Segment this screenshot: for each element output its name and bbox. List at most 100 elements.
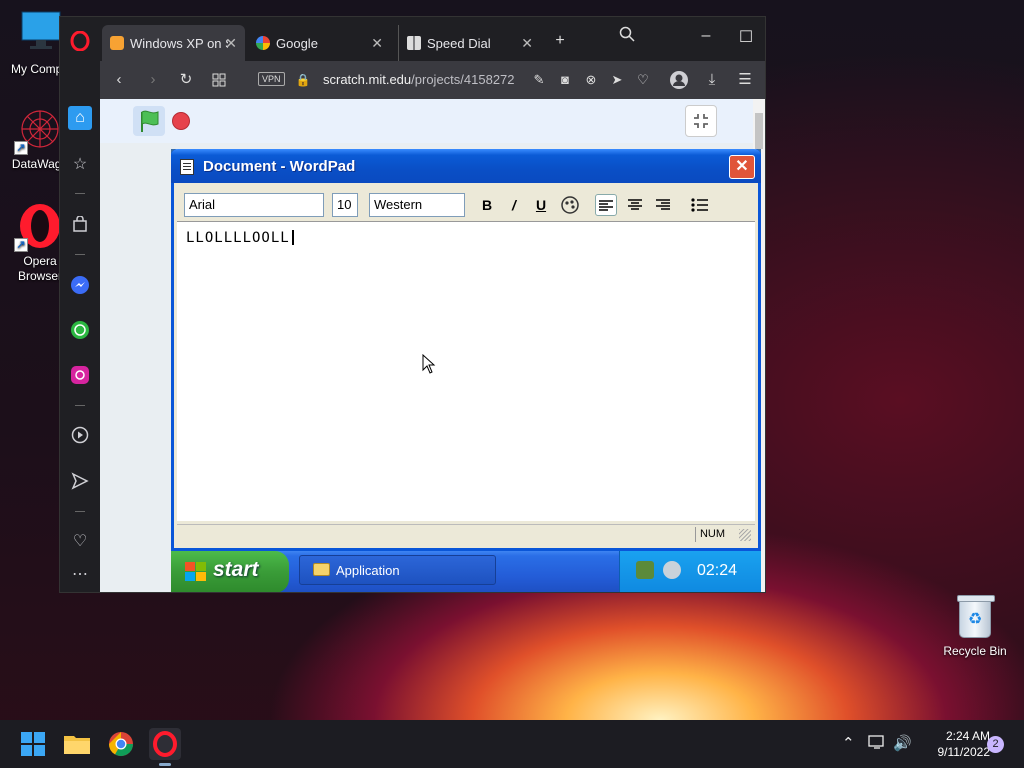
url-field[interactable]: scratch.mit.edu/projects/4158272 xyxy=(323,72,521,87)
new-tab-button[interactable]: + xyxy=(548,32,572,50)
home-icon[interactable]: ⌂ xyxy=(68,106,92,130)
recycle-bin-icon: ♻ xyxy=(957,595,995,638)
document-text[interactable]: LLOLLLLOOLL xyxy=(186,230,294,246)
opera-logo-icon[interactable] xyxy=(68,29,92,53)
monitor-icon xyxy=(16,10,64,58)
windows-start-icon[interactable] xyxy=(17,728,49,760)
exit-fullscreen-button[interactable] xyxy=(685,105,717,137)
bag-icon[interactable] xyxy=(68,212,92,236)
lock-icon[interactable]: 🔒 xyxy=(292,69,314,91)
opera-icon: ↗ xyxy=(14,202,64,252)
url-path: /projects/4158272 xyxy=(411,72,515,87)
clock-time: 2:24 AM xyxy=(945,729,990,743)
bookmark-heart-icon[interactable]: ♡ xyxy=(632,69,654,91)
whatsapp-icon[interactable] xyxy=(68,318,92,342)
clock-date: 9/11/2022 xyxy=(937,745,991,759)
recycle-bin-label: Recycle Bin xyxy=(943,644,1007,658)
stop-button[interactable] xyxy=(172,112,190,130)
align-left-icon[interactable] xyxy=(595,194,617,216)
edit-icon[interactable]: ✎ xyxy=(528,69,550,91)
underline-button[interactable]: U xyxy=(530,194,552,216)
windows-xp-logo-icon xyxy=(185,562,207,582)
xp-taskbar-application-button[interactable]: Application xyxy=(299,555,496,585)
star-icon[interactable]: ☆ xyxy=(68,152,92,176)
bold-button[interactable]: B xyxy=(476,194,498,216)
tab-grid-icon[interactable] xyxy=(208,69,230,91)
chrome-icon[interactable] xyxy=(105,728,137,760)
network-icon[interactable] xyxy=(868,734,886,754)
folder-icon xyxy=(313,563,330,576)
align-right-icon[interactable] xyxy=(652,194,674,216)
resize-grip[interactable] xyxy=(739,529,751,541)
green-flag-button[interactable] xyxy=(133,106,165,136)
close-tab-icon[interactable]: ✕ xyxy=(225,35,237,52)
file-explorer-icon[interactable] xyxy=(61,728,93,760)
desktop-icon-recycle-bin[interactable]: ♻ Recycle Bin xyxy=(936,595,1014,658)
opera-sidebar: ⌂ ☆ ♡ ⋯ xyxy=(60,17,100,592)
wordpad-titlebar[interactable]: Document - WordPad ✕ xyxy=(171,149,761,183)
messenger-icon[interactable] xyxy=(68,273,92,297)
xp-start-button[interactable]: start xyxy=(171,551,289,592)
italic-button[interactable]: / xyxy=(503,194,525,216)
google-favicon xyxy=(256,36,270,50)
num-lock-indicator: NUM xyxy=(694,527,729,542)
profile-avatar-icon[interactable] xyxy=(668,69,690,91)
close-tab-icon[interactable]: ✕ xyxy=(371,35,383,52)
vpn-badge[interactable]: VPN xyxy=(258,72,285,86)
start-label: start xyxy=(213,558,259,581)
download-icon[interactable]: ⤓ xyxy=(701,69,723,91)
tab-strip: Windows XP on S ✕ Google ✕ Speed Dial ✕ … xyxy=(100,17,765,61)
windows-taskbar: ⌃ 🔊 2:24 AM 9/11/2022 2 xyxy=(0,720,1024,768)
instagram-icon[interactable] xyxy=(68,363,92,387)
player-icon[interactable] xyxy=(68,423,92,447)
align-center-icon[interactable] xyxy=(624,194,646,216)
wordpad-window: Document - WordPad ✕ Arial 10 Western B … xyxy=(171,149,761,551)
volume-icon[interactable]: 🔊 xyxy=(893,734,912,752)
text-caret xyxy=(291,230,294,245)
sidebar-divider xyxy=(75,254,85,255)
chevron-up-icon[interactable]: ⌃ xyxy=(842,734,855,752)
shortcut-arrow-icon: ↗ xyxy=(14,141,28,155)
close-tab-icon[interactable]: ✕ xyxy=(521,35,533,52)
task-label: Application xyxy=(336,563,400,578)
tab-google[interactable]: Google ✕ xyxy=(248,25,391,61)
xp-emulator-stage[interactable]: Document - WordPad ✕ Arial 10 Western B … xyxy=(171,149,761,592)
forward-icon[interactable]: › xyxy=(142,69,164,91)
share-icon[interactable]: ➤ xyxy=(606,69,628,91)
maximize-icon[interactable]: ☐ xyxy=(734,27,758,47)
document-editor[interactable]: LLOLLLLOOLL xyxy=(177,221,755,521)
opera-taskbar-icon[interactable] xyxy=(149,728,181,766)
send-icon[interactable] xyxy=(68,469,92,493)
window-title: Document - WordPad xyxy=(203,158,356,175)
camera-icon[interactable]: ◙ xyxy=(554,69,576,91)
system-clock[interactable]: 2:24 AM 9/11/2022 xyxy=(918,728,991,760)
network-tray-icon[interactable] xyxy=(636,561,654,579)
minimize-icon[interactable]: – xyxy=(694,27,718,45)
more-icon[interactable]: ⋯ xyxy=(68,562,92,586)
tab-windows-xp[interactable]: Windows XP on S ✕ xyxy=(102,25,245,61)
sidebar-divider xyxy=(75,193,85,194)
scrollbar-thumb[interactable] xyxy=(755,113,763,149)
xp-clock: 02:24 xyxy=(697,562,738,579)
notification-badge[interactable]: 2 xyxy=(987,736,1004,753)
heart-icon[interactable]: ♡ xyxy=(68,529,92,553)
search-tabs-icon[interactable] xyxy=(615,26,639,47)
color-palette-icon[interactable] xyxy=(559,194,581,216)
script-combo[interactable]: Western xyxy=(369,193,465,217)
reload-icon[interactable]: ↻ xyxy=(175,69,197,91)
scratch-favicon xyxy=(110,36,124,50)
xp-taskbar: start Application 02:24 xyxy=(171,551,761,592)
datawagon-icon: ↗ xyxy=(14,105,64,155)
block-ads-icon[interactable]: ⊗ xyxy=(580,69,602,91)
tab-speed-dial[interactable]: Speed Dial ✕ xyxy=(398,25,541,61)
wordpad-close-button[interactable]: ✕ xyxy=(729,155,755,179)
speed-dial-icon xyxy=(407,36,421,50)
easy-setup-icon[interactable]: ☰ xyxy=(734,69,756,91)
back-icon[interactable]: ‹ xyxy=(108,69,130,91)
tab-label: Speed Dial xyxy=(427,35,491,51)
volume-tray-icon[interactable] xyxy=(663,561,681,579)
bullets-icon[interactable] xyxy=(689,194,711,216)
font-size-combo[interactable]: 10 xyxy=(332,193,358,217)
font-name-combo[interactable]: Arial xyxy=(184,193,324,217)
address-bar: ‹ › ↻ VPN 🔒 scratch.mit.edu/projects/415… xyxy=(100,61,765,99)
